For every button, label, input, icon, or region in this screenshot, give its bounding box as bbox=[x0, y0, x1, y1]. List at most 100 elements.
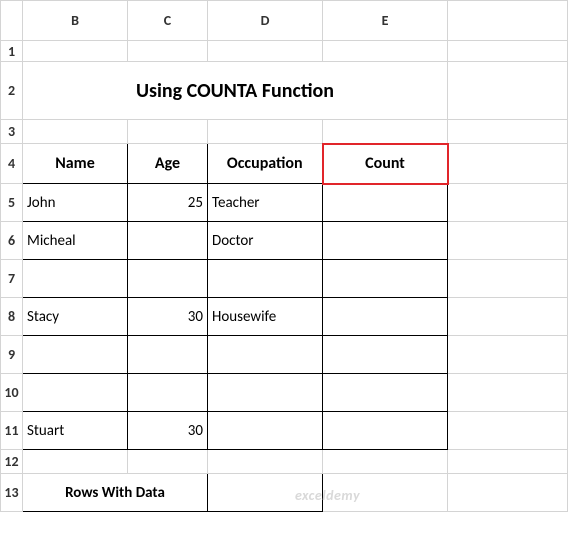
cell-D11[interactable] bbox=[208, 412, 323, 450]
select-all-corner[interactable] bbox=[1, 1, 23, 41]
cell-D7[interactable] bbox=[208, 260, 323, 298]
header-count-text: Count bbox=[324, 152, 447, 175]
cell-C1[interactable] bbox=[128, 41, 208, 62]
spreadsheet-grid[interactable]: B C D E 1 2 Using COUNTA Function 3 4 Na… bbox=[0, 0, 568, 512]
cell-F2[interactable] bbox=[448, 62, 568, 120]
cell-B9[interactable] bbox=[23, 336, 128, 374]
header-count[interactable]: Count bbox=[323, 144, 448, 184]
cell-B8[interactable]: Stacy bbox=[23, 298, 128, 336]
data-age-1 bbox=[128, 239, 207, 243]
row-header-2[interactable]: 2 bbox=[1, 62, 23, 120]
cell-E10[interactable] bbox=[323, 374, 448, 412]
cell-D6[interactable]: Doctor bbox=[208, 222, 323, 260]
cell-D5[interactable]: Teacher bbox=[208, 184, 323, 222]
cell-B11[interactable]: Stuart bbox=[23, 412, 128, 450]
cell-B1[interactable] bbox=[23, 41, 128, 62]
header-name[interactable]: Name bbox=[23, 144, 128, 184]
data-name-4 bbox=[23, 353, 127, 357]
data-name-5 bbox=[23, 391, 127, 395]
cell-B7[interactable] bbox=[23, 260, 128, 298]
cell-F6[interactable] bbox=[448, 222, 568, 260]
row-header-7[interactable]: 7 bbox=[1, 260, 23, 298]
header-age[interactable]: Age bbox=[128, 144, 208, 184]
row-header-8[interactable]: 8 bbox=[1, 298, 23, 336]
data-cnt-3 bbox=[323, 315, 447, 319]
row-header-12[interactable]: 12 bbox=[1, 450, 23, 474]
cell-F10[interactable] bbox=[448, 374, 568, 412]
cell-E6[interactable] bbox=[323, 222, 448, 260]
cell-F9[interactable] bbox=[448, 336, 568, 374]
col-header-D[interactable]: D bbox=[208, 1, 323, 41]
col-header-E[interactable]: E bbox=[323, 1, 448, 41]
cell-B3[interactable] bbox=[23, 120, 128, 144]
cell-C6[interactable] bbox=[128, 222, 208, 260]
cell-D3[interactable] bbox=[208, 120, 323, 144]
cell-D1[interactable] bbox=[208, 41, 323, 62]
data-name-0: John bbox=[23, 192, 127, 214]
data-cnt-5 bbox=[323, 391, 447, 395]
cell-F7[interactable] bbox=[448, 260, 568, 298]
cell-D13[interactable] bbox=[208, 474, 323, 512]
cell-E11[interactable] bbox=[323, 412, 448, 450]
data-cnt-2 bbox=[323, 277, 447, 281]
title-text: Using COUNTA Function bbox=[23, 77, 447, 105]
cell-D8[interactable]: Housewife bbox=[208, 298, 323, 336]
data-cnt-1 bbox=[323, 239, 447, 243]
cell-B10[interactable] bbox=[23, 374, 128, 412]
data-age-6: 30 bbox=[128, 420, 207, 442]
cell-B6[interactable]: Micheal bbox=[23, 222, 128, 260]
cell-B12[interactable] bbox=[23, 450, 128, 474]
data-occ-4 bbox=[208, 353, 322, 357]
cell-E5[interactable] bbox=[323, 184, 448, 222]
cell-C7[interactable] bbox=[128, 260, 208, 298]
cell-C3[interactable] bbox=[128, 120, 208, 144]
row-header-6[interactable]: 6 bbox=[1, 222, 23, 260]
cell-E3[interactable] bbox=[323, 120, 448, 144]
cell-C9[interactable] bbox=[128, 336, 208, 374]
cell-C8[interactable]: 30 bbox=[128, 298, 208, 336]
col-header-B[interactable]: B bbox=[23, 1, 128, 41]
row-header-4[interactable]: 4 bbox=[1, 144, 23, 184]
cell-D10[interactable] bbox=[208, 374, 323, 412]
col-header-F[interactable] bbox=[448, 1, 568, 41]
cell-D12[interactable] bbox=[208, 450, 323, 474]
cell-F3[interactable] bbox=[448, 120, 568, 144]
rows-with-data-label[interactable]: Rows With Data bbox=[23, 474, 208, 512]
header-occupation[interactable]: Occupation bbox=[208, 144, 323, 184]
cell-D9[interactable] bbox=[208, 336, 323, 374]
data-occ-6 bbox=[208, 429, 322, 433]
data-age-3: 30 bbox=[128, 306, 207, 328]
row-header-11[interactable]: 11 bbox=[1, 412, 23, 450]
data-cnt-0 bbox=[323, 201, 447, 205]
cell-E1[interactable] bbox=[323, 41, 448, 62]
cell-C5[interactable]: 25 bbox=[128, 184, 208, 222]
cell-F13[interactable] bbox=[448, 474, 568, 512]
header-age-text: Age bbox=[128, 152, 207, 175]
cell-F11[interactable] bbox=[448, 412, 568, 450]
row-header-5[interactable]: 5 bbox=[1, 184, 23, 222]
cell-F12[interactable] bbox=[448, 450, 568, 474]
col-header-C[interactable]: C bbox=[128, 1, 208, 41]
cell-E8[interactable] bbox=[323, 298, 448, 336]
cell-C11[interactable]: 30 bbox=[128, 412, 208, 450]
cell-E13[interactable] bbox=[323, 474, 448, 512]
row-header-10[interactable]: 10 bbox=[1, 374, 23, 412]
row-header-1[interactable]: 1 bbox=[1, 41, 23, 62]
row-header-13[interactable]: 13 bbox=[1, 474, 23, 512]
cell-F4[interactable] bbox=[448, 144, 568, 184]
data-age-5 bbox=[128, 391, 207, 395]
cell-F5[interactable] bbox=[448, 184, 568, 222]
cell-F1[interactable] bbox=[448, 41, 568, 62]
cell-E7[interactable] bbox=[323, 260, 448, 298]
cell-C12[interactable] bbox=[128, 450, 208, 474]
cell-C10[interactable] bbox=[128, 374, 208, 412]
row-header-9[interactable]: 9 bbox=[1, 336, 23, 374]
data-cnt-6 bbox=[323, 429, 447, 433]
data-name-6: Stuart bbox=[23, 420, 127, 442]
title-cell[interactable]: Using COUNTA Function bbox=[23, 62, 448, 120]
cell-E9[interactable] bbox=[323, 336, 448, 374]
cell-F8[interactable] bbox=[448, 298, 568, 336]
cell-B5[interactable]: John bbox=[23, 184, 128, 222]
row-header-3[interactable]: 3 bbox=[1, 120, 23, 144]
cell-E12[interactable] bbox=[323, 450, 448, 474]
